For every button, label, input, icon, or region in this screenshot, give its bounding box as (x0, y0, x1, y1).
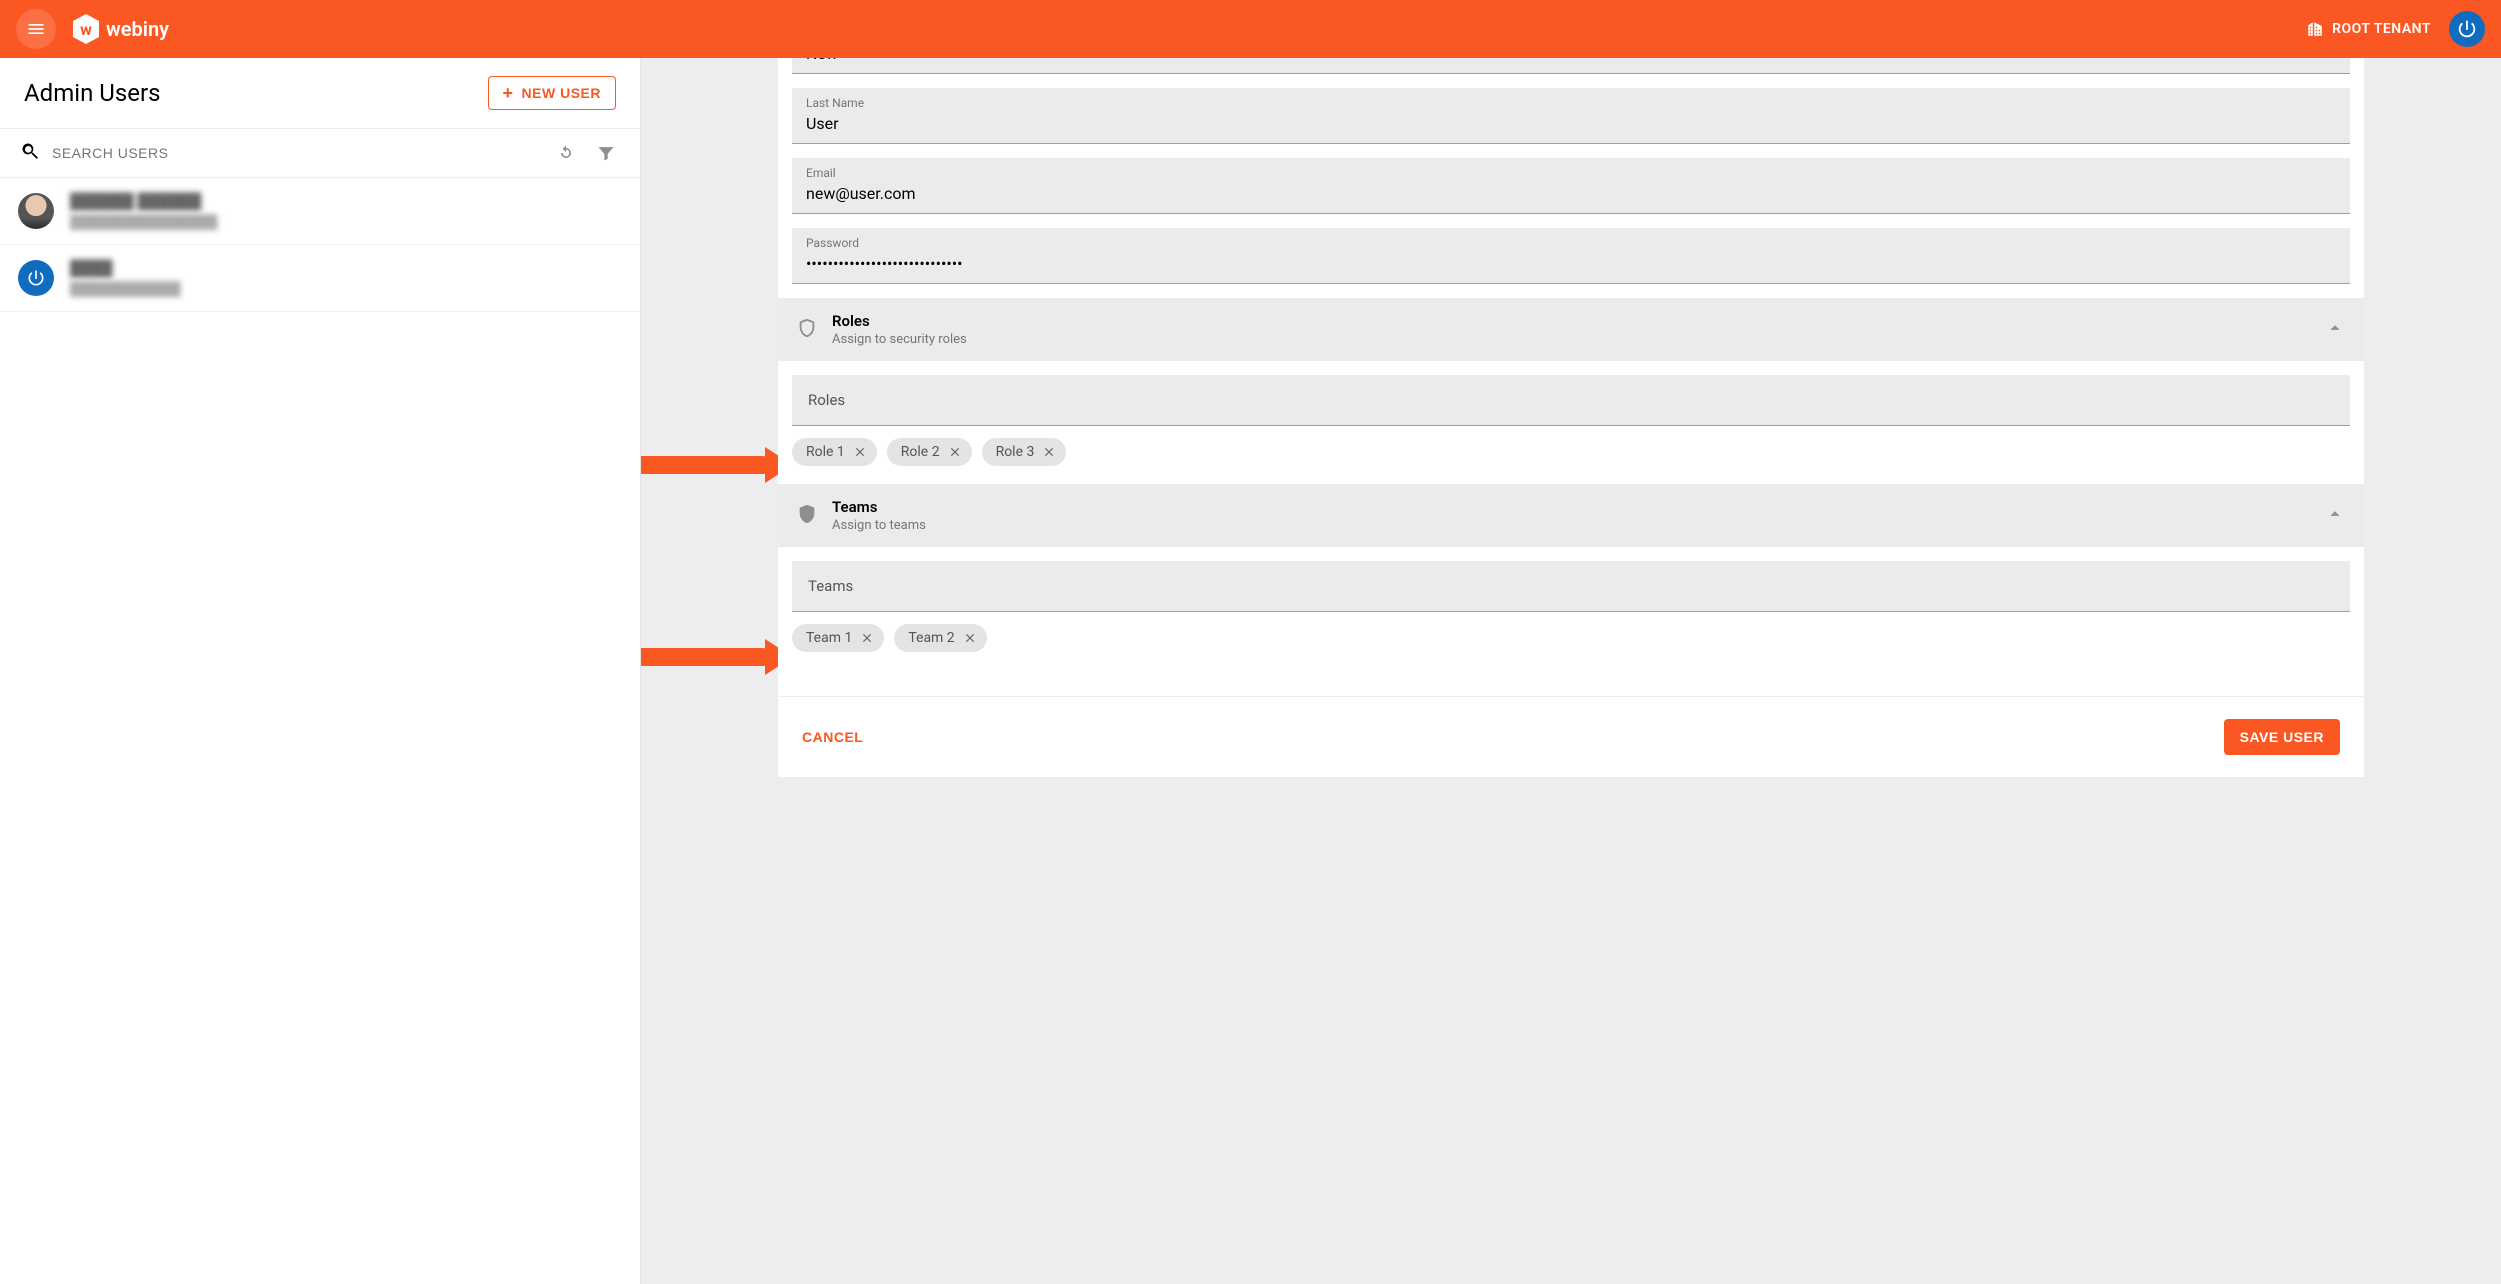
shield-icon (796, 317, 818, 343)
search-input[interactable] (52, 145, 540, 161)
close-icon (853, 445, 867, 459)
refresh-icon (556, 143, 576, 163)
team-chips: Team 1 Team 2 (778, 612, 2364, 670)
new-user-button[interactable]: + NEW USER (488, 76, 616, 110)
chevron-up-icon (2324, 503, 2346, 529)
last-name-value: User (806, 114, 2336, 133)
user-sub: ████████████ (70, 281, 181, 297)
annotation-arrow (641, 456, 771, 474)
user-sub: ████████████████ (70, 214, 217, 230)
avatar (18, 260, 54, 296)
roles-section-header[interactable]: Roles Assign to security roles (778, 298, 2364, 361)
teams-selector[interactable]: Teams (792, 561, 2350, 612)
email-label: Email (806, 166, 2336, 180)
email-value: new@user.com (806, 184, 2336, 203)
role-chip: Role 3 (982, 438, 1067, 466)
app-bar: w webiny ROOT TENANT (0, 0, 2501, 58)
cancel-button[interactable]: CANCEL (802, 729, 863, 745)
form-panel-container: New Last Name User Email new@user.com Pa… (641, 58, 2501, 1284)
team-chip: Team 1 (792, 624, 884, 652)
annotation-arrow (641, 648, 771, 666)
tenant-selector[interactable]: ROOT TENANT (2306, 20, 2431, 38)
chip-label: Role 2 (901, 444, 940, 460)
last-name-label: Last Name (806, 96, 2336, 110)
filter-icon (596, 143, 616, 163)
close-icon (860, 631, 874, 645)
search-icon (20, 141, 40, 165)
user-name: ████ (70, 259, 181, 277)
chip-label: Team 1 (806, 630, 852, 646)
password-label: Password (806, 236, 2336, 250)
teams-section-subtitle: Assign to teams (832, 518, 2310, 533)
list-item[interactable]: ████ ████████████ (0, 245, 640, 312)
brand-logo: w webiny (72, 13, 169, 45)
last-name-field[interactable]: Last Name User (792, 88, 2350, 144)
chip-remove[interactable] (948, 445, 962, 459)
user-list: ██████ ██████ ████████████████ ████ ████… (0, 178, 640, 1284)
close-icon (963, 631, 977, 645)
svg-text:w: w (80, 20, 92, 39)
close-icon (1042, 445, 1056, 459)
user-name: ██████ ██████ (70, 192, 217, 210)
roles-selector-label: Roles (808, 391, 845, 409)
teams-section-title: Teams (832, 498, 2310, 516)
chip-label: Role 1 (806, 444, 845, 460)
avatar (18, 193, 54, 229)
roles-section-title: Roles (832, 312, 2310, 330)
power-icon (2456, 18, 2478, 40)
shield-user-icon (796, 503, 818, 529)
power-icon (26, 268, 46, 288)
roles-section-subtitle: Assign to security roles (832, 332, 2310, 347)
list-item[interactable]: ██████ ██████ ████████████████ (0, 178, 640, 245)
chip-remove[interactable] (853, 445, 867, 459)
page-title: Admin Users (24, 79, 160, 107)
email-field[interactable]: Email new@user.com (792, 158, 2350, 214)
role-chip: Role 1 (792, 438, 877, 466)
building-icon (2306, 20, 2324, 38)
role-chip: Role 2 (887, 438, 972, 466)
chip-remove[interactable] (1042, 445, 1056, 459)
first-name-value: New (806, 58, 2336, 63)
tenant-label: ROOT TENANT (2332, 21, 2431, 37)
brand-logo-badge: w (72, 13, 100, 45)
chip-remove[interactable] (963, 631, 977, 645)
menu-button[interactable] (16, 9, 56, 49)
chip-label: Team 2 (908, 630, 954, 646)
filter-button[interactable] (592, 139, 620, 167)
chevron-up-icon (2324, 317, 2346, 343)
new-user-button-label: NEW USER (522, 85, 601, 101)
teams-section-header[interactable]: Teams Assign to teams (778, 484, 2364, 547)
first-name-field[interactable]: New (792, 58, 2350, 74)
role-chips: Role 1 Role 2 Role 3 (778, 426, 2364, 484)
teams-selector-label: Teams (808, 577, 853, 595)
roles-selector[interactable]: Roles (792, 375, 2350, 426)
chip-remove[interactable] (860, 631, 874, 645)
hamburger-icon (26, 19, 46, 39)
password-value: ••••••••••••••••••••••••••••• (806, 254, 2336, 273)
refresh-button[interactable] (552, 139, 580, 167)
password-field[interactable]: Password ••••••••••••••••••••••••••••• (792, 228, 2350, 284)
brand-name: webiny (106, 17, 169, 41)
close-icon (948, 445, 962, 459)
account-avatar-button[interactable] (2449, 11, 2485, 47)
plus-icon: + (503, 86, 514, 100)
user-form-card: New Last Name User Email new@user.com Pa… (778, 58, 2364, 777)
chip-label: Role 3 (996, 444, 1035, 460)
save-user-button[interactable]: SAVE USER (2224, 719, 2340, 755)
users-list-panel: Admin Users + NEW USER ██████ ██████ (0, 58, 641, 1284)
team-chip: Team 2 (894, 624, 986, 652)
